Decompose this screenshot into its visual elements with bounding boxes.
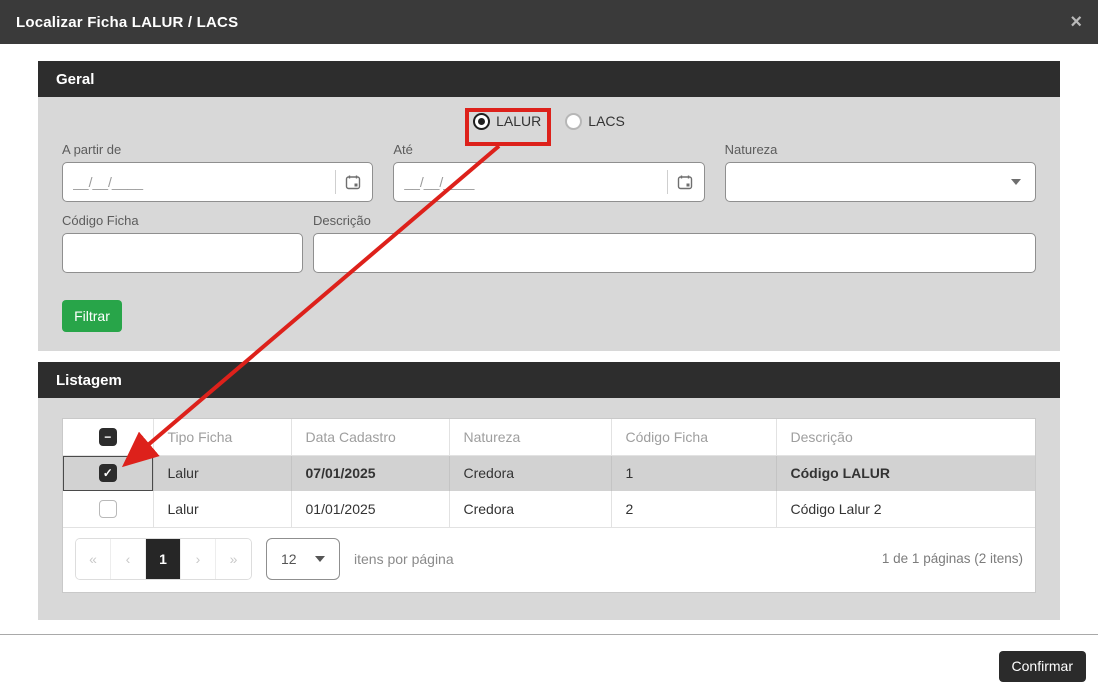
chevron-down-icon — [1011, 179, 1021, 185]
close-icon[interactable]: × — [1070, 12, 1082, 32]
pager-first-button[interactable]: « — [76, 539, 111, 579]
cell-data-cadastro: 07/01/2025 — [291, 455, 449, 491]
radio-lalur[interactable]: LALUR — [473, 111, 541, 131]
cell-descricao: Código LALUR — [776, 455, 1035, 491]
row-checkbox-cell: ✓ — [63, 455, 153, 491]
a-partir-de-field[interactable] — [62, 162, 373, 202]
modal-footer: Confirmar — [0, 635, 1098, 682]
radio-lacs-label: LACS — [588, 113, 625, 129]
descricao-input[interactable] — [324, 245, 1025, 261]
col-descricao: Descrição — [776, 419, 1035, 455]
cell-codigo-ficha: 2 — [611, 491, 776, 527]
results-grid: − Tipo Ficha Data Cadastro Natureza Códi… — [62, 418, 1036, 593]
col-natureza: Natureza — [449, 419, 611, 455]
filtrar-button[interactable]: Filtrar — [62, 300, 122, 332]
a-partir-de-label: A partir de — [62, 142, 373, 157]
modal-header: Localizar Ficha LALUR / LACS × — [0, 0, 1098, 44]
pager-last-button[interactable]: » — [216, 539, 251, 579]
table-row[interactable]: Lalur 01/01/2025 Credora 2 Código Lalur … — [63, 491, 1035, 527]
confirmar-button[interactable]: Confirmar — [999, 651, 1086, 682]
col-codigo-ficha: Código Ficha — [611, 419, 776, 455]
select-all-cell: − — [63, 419, 153, 455]
page-size-select[interactable]: 12 — [266, 538, 340, 580]
tipo-radio-group: LALUR LACS — [62, 97, 1036, 131]
natureza-select[interactable] — [725, 162, 1036, 202]
a-partir-de-input[interactable] — [73, 174, 331, 190]
select-all-checkbox[interactable]: − — [99, 428, 117, 446]
listagem-panel-body: − Tipo Ficha Data Cadastro Natureza Códi… — [38, 398, 1060, 620]
col-tipo-ficha: Tipo Ficha — [153, 419, 291, 455]
cell-tipo-ficha: Lalur — [153, 491, 291, 527]
descricao-field[interactable] — [313, 233, 1036, 273]
row-checkbox-unchecked[interactable] — [99, 500, 117, 518]
pager-next-button[interactable]: › — [181, 539, 216, 579]
radio-lalur-circle[interactable] — [473, 113, 490, 130]
ate-field[interactable] — [393, 162, 704, 202]
page-size-value: 12 — [281, 551, 297, 567]
pager-buttons: « ‹ 1 › » — [75, 538, 252, 580]
calendar-icon[interactable] — [676, 173, 694, 191]
cell-codigo-ficha: 1 — [611, 455, 776, 491]
radio-lacs-circle[interactable] — [565, 113, 582, 130]
pager-prev-button[interactable]: ‹ — [111, 539, 146, 579]
modal-title: Localizar Ficha LALUR / LACS — [16, 14, 238, 31]
items-per-page-label: itens por página — [354, 551, 454, 567]
natureza-label: Natureza — [725, 142, 1036, 157]
cell-natureza: Credora — [449, 455, 611, 491]
radio-lacs[interactable]: LACS — [565, 111, 625, 131]
cell-natureza: Credora — [449, 491, 611, 527]
geral-panel-body: LALUR LACS A partir de — [38, 97, 1060, 351]
codigo-ficha-field[interactable] — [62, 233, 303, 273]
chevron-down-icon — [315, 556, 325, 562]
row-checkbox-cell — [63, 491, 153, 527]
pager-page-1[interactable]: 1 — [146, 539, 181, 579]
table-header-row: − Tipo Ficha Data Cadastro Natureza Códi… — [63, 419, 1035, 455]
cell-descricao: Código Lalur 2 — [776, 491, 1035, 527]
listagem-panel-header: Listagem — [38, 362, 1060, 398]
listagem-panel: Listagem − Tipo Ficha Data Cadastro Natu… — [38, 362, 1060, 620]
row-checkbox-checked[interactable]: ✓ — [99, 464, 117, 482]
col-data-cadastro: Data Cadastro — [291, 419, 449, 455]
ate-input[interactable] — [404, 174, 662, 190]
geral-panel-header: Geral — [38, 61, 1060, 97]
pager: « ‹ 1 › » 12 itens por página 1 de 1 pág… — [63, 528, 1035, 592]
ate-label: Até — [393, 142, 704, 157]
codigo-ficha-label: Código Ficha — [62, 213, 303, 228]
geral-panel: Geral LALUR LACS A partir de — [38, 61, 1060, 351]
cell-tipo-ficha: Lalur — [153, 455, 291, 491]
cell-data-cadastro: 01/01/2025 — [291, 491, 449, 527]
listagem-panel-title: Listagem — [56, 372, 122, 389]
radio-lalur-label: LALUR — [496, 113, 541, 129]
pager-info: 1 de 1 páginas (2 itens) — [882, 551, 1023, 566]
descricao-label: Descrição — [313, 213, 1036, 228]
table-row[interactable]: ✓ Lalur 07/01/2025 Credora 1 Código LALU… — [63, 455, 1035, 491]
codigo-ficha-input[interactable] — [73, 245, 292, 261]
geral-panel-title: Geral — [56, 71, 94, 88]
calendar-icon[interactable] — [344, 173, 362, 191]
